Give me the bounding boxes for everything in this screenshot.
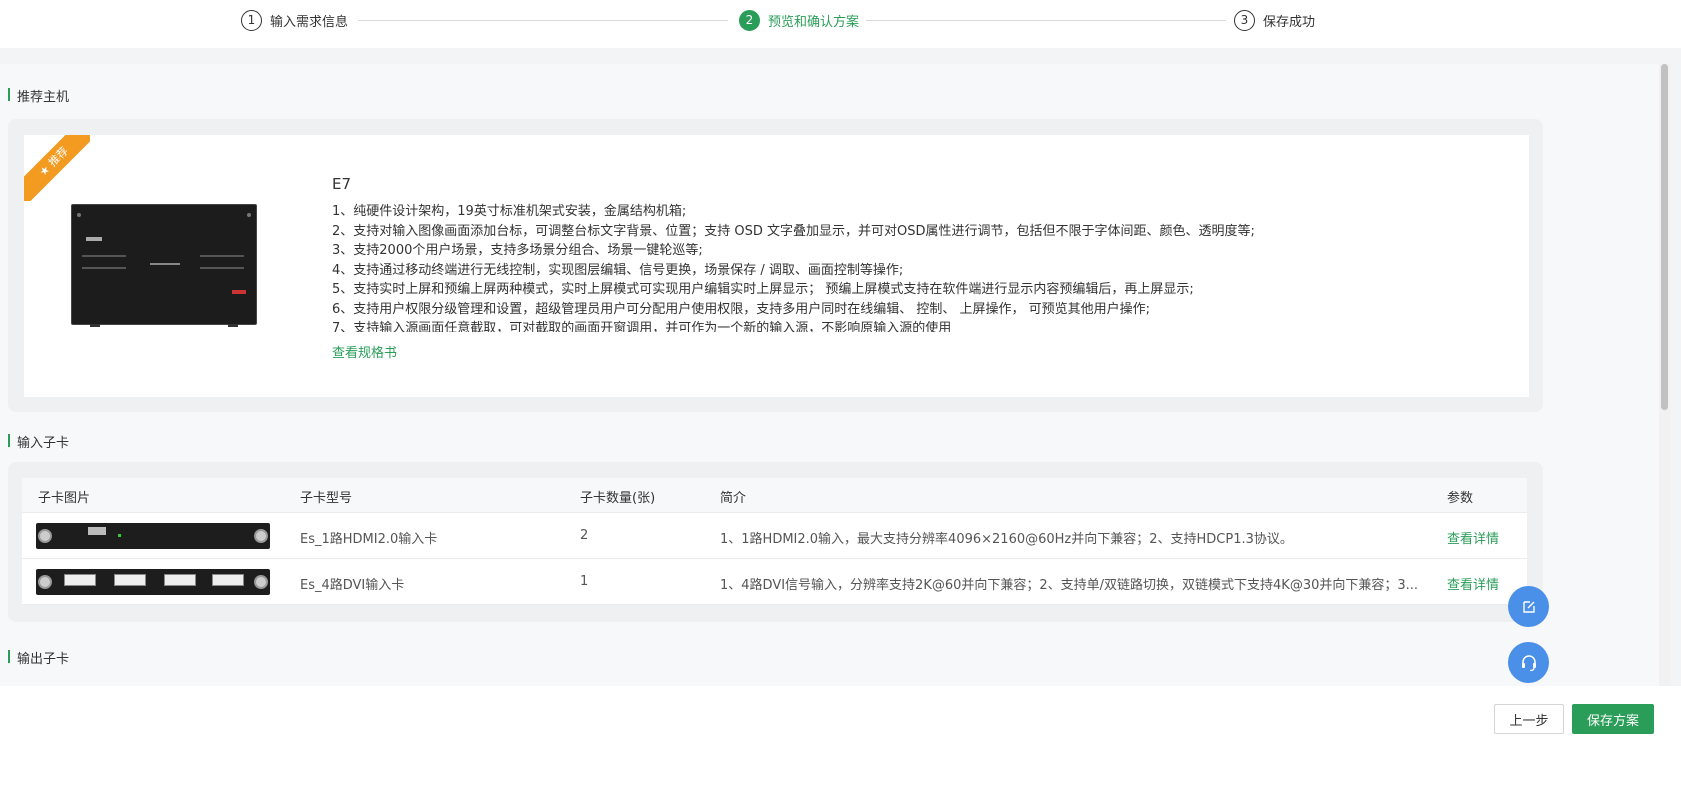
card-image-hdmi (36, 523, 270, 549)
card-intro: 1、1路HDMI2.0输入，最大支持分辨率4096×2160@60Hz并向下兼容… (720, 532, 1293, 547)
card-model: Es_4路DVI输入卡 (300, 578, 405, 593)
section-title-host: 推荐主机 (8, 86, 69, 105)
feature-item: 5、支持实时上屏和预编上屏两种模式，实时上屏模式可实现用户编辑实时上屏显示； 预… (332, 282, 1194, 297)
card-intro: 1、4路DVI信号输入，分辨率支持2K@60并向下兼容；2、支持单/双链路切换，… (720, 578, 1419, 593)
vertical-scrollbar[interactable] (1659, 64, 1670, 730)
step-number: 2 (739, 9, 760, 31)
feature-item: 2、支持对输入图像画面添加台标，可调整台标文字背景、位置；支持 OSD 文字叠加… (332, 223, 1255, 239)
previous-step-button[interactable]: 上一步 (1494, 704, 1564, 734)
edit-icon (1522, 600, 1535, 613)
feature-item: 3、支持2000个用户场景，支持多场景分组合、场景一键轮巡等; (332, 243, 703, 258)
step-number: 1 (241, 9, 262, 31)
column-header-intro: 简介 (720, 491, 747, 506)
column-header-model: 子卡型号 (300, 491, 353, 506)
step-connector (358, 20, 728, 21)
card-qty: 1 (580, 574, 589, 589)
step-connector (866, 20, 1226, 21)
host-card: ★ 推荐 E7 1、纯硬件设计架构，19英寸标准机架式安装，金属结构机箱; 2、… (24, 135, 1529, 397)
section-title-input-cards: 输入子卡 (8, 432, 69, 451)
edit-float-button[interactable] (1508, 586, 1549, 627)
host-model-name: E7 (332, 175, 352, 193)
input-cards-table: 子卡图片 子卡型号 子卡数量(张) 简介 参数 Es_1路HDMI2.0输入卡 … (22, 478, 1527, 605)
footer-bar: 上一步 保存方案 (0, 686, 1681, 794)
feature-item: 4、支持通过移动终端进行无线控制，实现图层编辑、信号更换，场景保存 / 调取、画… (332, 262, 904, 278)
table-header: 子卡图片 子卡型号 子卡数量(张) 简介 参数 (22, 478, 1527, 513)
host-panel: ★ 推荐 E7 1、纯硬件设计架构，19英寸标准机架式安装，金属结构机箱; 2、… (8, 119, 1543, 412)
table-row: Es_1路HDMI2.0输入卡 2 1、1路HDMI2.0输入，最大支持分辨率4… (22, 513, 1527, 559)
progress-stepper: 1 输入需求信息 2 预览和确认方案 3 保存成功 (0, 0, 1681, 48)
step-label: 预览和确认方案 (768, 14, 860, 30)
column-header-qty: 子卡数量(张) (580, 491, 656, 506)
recommend-badge: ★ 推荐 (24, 135, 90, 201)
main-content[interactable]: 推荐主机 ★ 推荐 E7 1、纯硬件设计架构，19英寸标准机架式安装，金属结构机… (0, 64, 1670, 730)
support-float-button[interactable] (1508, 642, 1549, 683)
save-plan-button[interactable]: 保存方案 (1572, 704, 1654, 734)
feature-item: 6、支持用户权限分级管理和设置，超级管理员用户可分配用户使用权限，支持多用户同时… (332, 301, 1151, 317)
step-label: 输入需求信息 (270, 14, 349, 30)
step-3: 3 保存成功 (1234, 9, 1315, 31)
recommend-ribbon: ★ 推荐 (24, 135, 90, 201)
view-detail-link[interactable]: 查看详情 (1447, 574, 1499, 593)
card-image-dvi (36, 569, 270, 595)
feature-item: 7、支持输入源画面任意截取，可对截取的画面开窗调用，并可作为一个新的输入源，不影… (332, 321, 952, 332)
step-1: 1 输入需求信息 (241, 9, 348, 31)
column-header-image: 子卡图片 (38, 491, 91, 506)
column-header-params: 参数 (1447, 491, 1474, 506)
view-detail-link[interactable]: 查看详情 (1447, 528, 1499, 547)
scrollbar-thumb[interactable] (1661, 64, 1668, 410)
step-label: 保存成功 (1263, 14, 1316, 30)
view-spec-link[interactable]: 查看规格书 (332, 342, 397, 361)
card-qty: 2 (580, 528, 589, 543)
card-model: Es_1路HDMI2.0输入卡 (300, 532, 438, 547)
step-2: 2 预览和确认方案 (739, 9, 859, 31)
host-device-image (71, 204, 257, 327)
headset-icon (1521, 654, 1536, 671)
input-cards-panel: 子卡图片 子卡型号 子卡数量(张) 简介 参数 Es_1路HDMI2.0输入卡 … (8, 462, 1543, 622)
step-number: 3 (1234, 9, 1255, 31)
host-feature-list: 1、纯硬件设计架构，19英寸标准机架式安装，金属结构机箱; 2、支持对输入图像画… (332, 202, 1512, 332)
table-row: Es_4路DVI输入卡 1 1、4路DVI信号输入，分辨率支持2K@60并向下兼… (22, 559, 1527, 605)
section-title-output-cards: 输出子卡 (8, 648, 69, 667)
feature-item: 1、纯硬件设计架构，19英寸标准机架式安装，金属结构机箱; (332, 204, 687, 219)
